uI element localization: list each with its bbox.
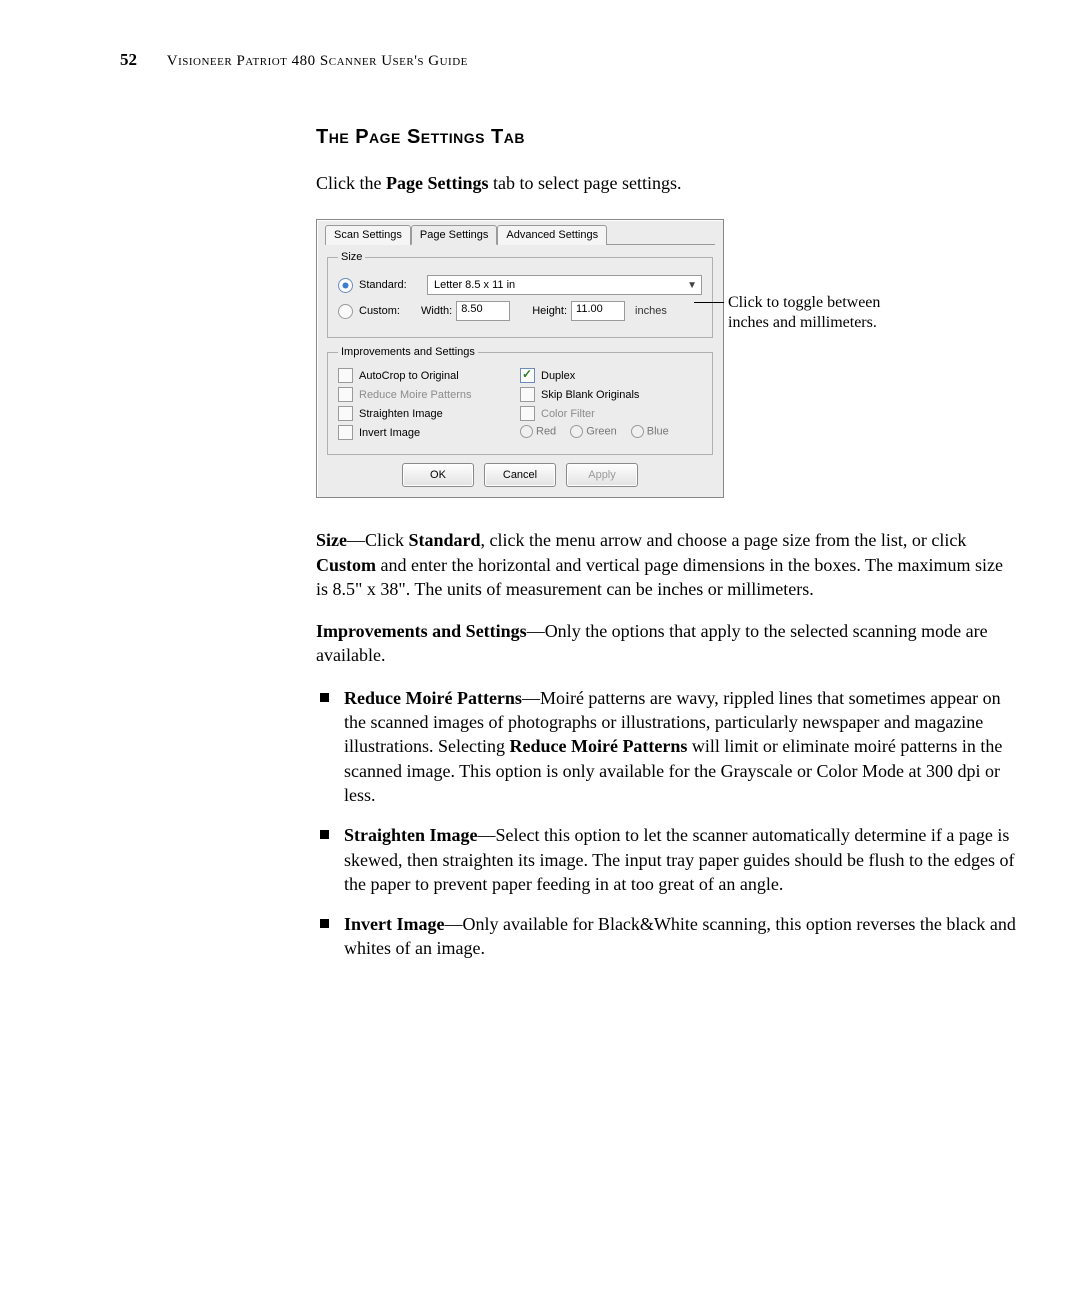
autocrop-checkbox[interactable] <box>338 368 353 383</box>
text-bold: Reduce Moiré Patterns <box>344 688 522 708</box>
duplex-checkbox[interactable] <box>520 368 535 383</box>
improve-paragraph: Improvements and Settings—Only the optio… <box>316 619 1016 668</box>
guide-title: Visioneer Patriot 480 Scanner User's Gui… <box>167 53 468 69</box>
autocrop-label: AutoCrop to Original <box>359 370 459 382</box>
text-bold: Custom <box>316 555 376 575</box>
color-filter-checkbox[interactable] <box>520 406 535 421</box>
skip-blank-label: Skip Blank Originals <box>541 389 639 401</box>
blue-radio[interactable] <box>631 425 644 438</box>
text: , click the menu arrow and choose a page… <box>481 530 967 550</box>
green-radio[interactable] <box>570 425 583 438</box>
straighten-label: Straighten Image <box>359 408 443 420</box>
text: —Click <box>347 530 409 550</box>
duplex-label: Duplex <box>541 370 575 382</box>
apply-button[interactable]: Apply <box>566 463 638 487</box>
chevron-down-icon: ▼ <box>687 280 697 291</box>
standard-size-value: Letter 8.5 x 11 in <box>434 279 515 291</box>
blue-label: Blue <box>647 426 669 438</box>
section-title: The Page Settings Tab <box>316 126 1016 149</box>
width-label: Width: <box>421 305 452 317</box>
cancel-button[interactable]: Cancel <box>484 463 556 487</box>
red-label: Red <box>536 426 556 438</box>
page-header: 52 Visioneer Patriot 480 Scanner User's … <box>120 50 984 70</box>
red-radio[interactable] <box>520 425 533 438</box>
text: —Only available for Black&White scanning… <box>344 914 1016 958</box>
skip-blank-checkbox[interactable] <box>520 387 535 402</box>
tab-scan-settings[interactable]: Scan Settings <box>325 225 411 245</box>
standard-size-select[interactable]: Letter 8.5 x 11 in ▼ <box>427 275 702 295</box>
moire-label: Reduce Moire Patterns <box>359 389 472 401</box>
standard-radio[interactable] <box>338 278 353 293</box>
green-label: Green <box>586 426 617 438</box>
bullet-reduce-moire: Reduce Moiré Patterns—Moiré patterns are… <box>316 686 1016 807</box>
units-annotation: Click to toggle between inches and milli… <box>728 293 898 333</box>
page-settings-dialog: Scan Settings Page Settings Advanced Set… <box>316 219 724 498</box>
custom-label: Custom: <box>359 305 417 317</box>
bullet-straighten-image: Straighten Image—Select this option to l… <box>316 823 1016 896</box>
height-label: Height: <box>532 305 567 317</box>
height-input[interactable]: 11.00 <box>571 301 625 321</box>
improve-group-label: Improvements and Settings <box>338 346 478 358</box>
standard-label: Standard: <box>359 279 417 291</box>
custom-radio[interactable] <box>338 304 353 319</box>
tab-page-settings[interactable]: Page Settings <box>411 225 498 245</box>
invert-label: Invert Image <box>359 427 420 439</box>
moire-checkbox[interactable] <box>338 387 353 402</box>
size-group-label: Size <box>338 251 365 263</box>
text-bold: Standard <box>409 530 481 550</box>
text: and enter the horizontal and vertical pa… <box>316 555 1003 599</box>
ok-button[interactable]: OK <box>402 463 474 487</box>
text-bold: Reduce Moiré Patterns <box>509 736 687 756</box>
text: tab to select page settings. <box>489 173 682 193</box>
units-toggle[interactable]: inches <box>635 305 667 317</box>
invert-checkbox[interactable] <box>338 425 353 440</box>
text: Click the <box>316 173 386 193</box>
color-filter-label: Color Filter <box>541 408 595 420</box>
text-bold: Improvements and Settings <box>316 621 527 641</box>
text-bold: Invert Image <box>344 914 444 934</box>
tab-advanced-settings[interactable]: Advanced Settings <box>497 225 607 245</box>
size-paragraph: Size—Click Standard, click the menu arro… <box>316 528 1016 601</box>
text-bold: Size <box>316 530 347 550</box>
width-input[interactable]: 8.50 <box>456 301 510 321</box>
page-number: 52 <box>120 50 137 69</box>
straighten-checkbox[interactable] <box>338 406 353 421</box>
bullet-invert-image: Invert Image—Only available for Black&Wh… <box>316 912 1016 961</box>
text-bold: Straighten Image <box>344 825 478 845</box>
intro-paragraph: Click the Page Settings tab to select pa… <box>316 171 1016 195</box>
text-bold: Page Settings <box>386 173 489 193</box>
